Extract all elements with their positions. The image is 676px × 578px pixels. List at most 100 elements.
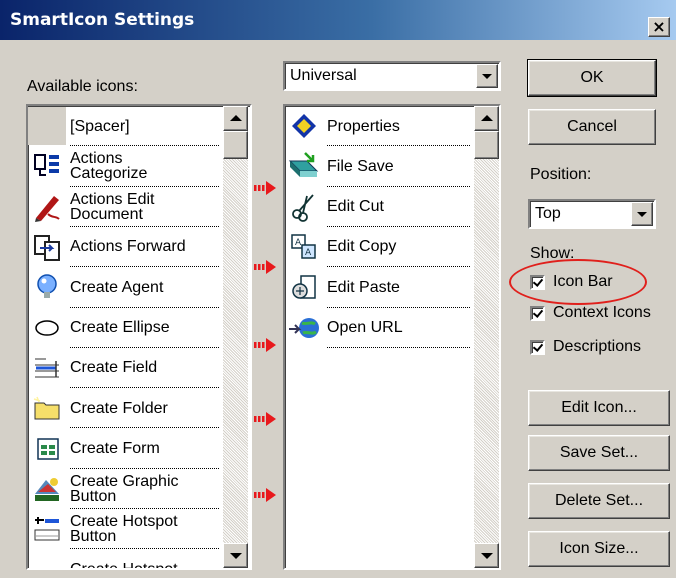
- actions-edit-document-icon: [28, 188, 66, 226]
- actions-forward-icon: [28, 228, 66, 266]
- icon-bar-label: Icon Bar: [553, 273, 613, 290]
- available-icons-list[interactable]: [Spacer] Actions Categorize Actions Edit Doc…: [26, 104, 252, 570]
- list-item[interactable]: Properties: [285, 106, 474, 146]
- list-item-label: Create Ellipse: [70, 319, 170, 336]
- create-agent-icon: [28, 268, 66, 306]
- context-icons-checkbox[interactable]: Context Icons: [530, 302, 651, 324]
- list-item-label: Edit Copy: [327, 238, 397, 256]
- position-value: Top: [535, 205, 561, 222]
- icon-bar-checkbox[interactable]: Icon Bar: [530, 271, 613, 293]
- list-item-label: Create Graphic Button: [70, 472, 179, 505]
- list-item-label: Edit Cut: [327, 198, 384, 216]
- scroll-up-button[interactable]: [474, 106, 499, 131]
- position-label: Position:: [530, 166, 592, 183]
- actions-categorize-icon: [28, 147, 66, 185]
- arrow-indicators: [254, 181, 276, 502]
- open-url-icon: [285, 309, 323, 347]
- create-field-icon: [28, 349, 66, 387]
- list-item[interactable]: Edit Paste: [285, 267, 474, 307]
- item-separator: [327, 346, 470, 348]
- checkbox[interactable]: [530, 305, 545, 321]
- scroll-thumb[interactable]: [223, 131, 248, 159]
- icon-set-select[interactable]: Universal: [283, 61, 501, 91]
- list-item-label: File Save: [327, 157, 394, 175]
- edit-cut-icon: [285, 188, 323, 226]
- file-save-icon: [285, 147, 323, 185]
- edit-copy-icon: AA: [285, 228, 323, 266]
- list-item-label: Create Folder: [70, 399, 168, 417]
- list-item[interactable]: Create Graphic Button: [28, 469, 223, 509]
- red-arrow-icon: [254, 412, 276, 426]
- list-item-label: Properties: [327, 117, 400, 135]
- list-item[interactable]: Open URL: [285, 308, 474, 348]
- list-item[interactable]: Actions Forward: [28, 227, 223, 267]
- available-icons-label: Available icons:: [27, 78, 138, 95]
- list-item[interactable]: Actions Categorize: [28, 146, 223, 186]
- checkbox[interactable]: [530, 274, 545, 290]
- chevron-down-icon[interactable]: [476, 64, 498, 88]
- show-label: Show:: [530, 245, 575, 262]
- create-hotspot-icon: [28, 550, 66, 568]
- create-ellipse-icon: [28, 309, 66, 347]
- list-item[interactable]: A A Edit Copy: [285, 227, 474, 267]
- svg-text:A: A: [295, 238, 302, 248]
- list-item-label: Create Hotspot Button: [70, 513, 178, 545]
- icon-size-button[interactable]: Icon Size...: [528, 531, 670, 567]
- list-item[interactable]: File Save: [285, 146, 474, 186]
- red-arrow-icon: [254, 181, 276, 195]
- red-arrow-icon: [254, 488, 276, 502]
- svg-text:A: A: [305, 248, 312, 258]
- icon-set-value: Universal: [290, 67, 357, 84]
- close-icon: ×: [652, 17, 666, 36]
- list-item-label: Actions Edit Document: [70, 190, 155, 223]
- list-item[interactable]: Edit Cut: [285, 187, 474, 227]
- close-button[interactable]: ×: [648, 17, 670, 37]
- scroll-thumb[interactable]: [474, 131, 499, 159]
- context-icons-label: Context Icons: [553, 304, 651, 321]
- list-item[interactable]: Create Field: [28, 348, 223, 388]
- available-icons-scrollbar[interactable]: [223, 106, 248, 568]
- list-item[interactable]: Create Form: [28, 428, 223, 468]
- list-item[interactable]: Create Hotspot Button: [28, 509, 223, 549]
- delete-set-button[interactable]: Delete Set...: [528, 483, 670, 519]
- create-folder-icon: [28, 389, 66, 427]
- spacer-icon: [28, 107, 66, 145]
- descriptions-label: Descriptions: [553, 338, 642, 355]
- chevron-down-icon[interactable]: [631, 202, 653, 226]
- list-item-label: Create Form: [70, 439, 160, 457]
- create-graphic-button-icon: [28, 470, 66, 508]
- scroll-up-button[interactable]: [223, 106, 248, 131]
- list-item[interactable]: Actions Edit Document: [28, 187, 223, 227]
- position-select[interactable]: Top: [528, 199, 656, 229]
- list-item[interactable]: Create Agent: [28, 267, 223, 307]
- scroll-down-button[interactable]: [474, 543, 499, 568]
- list-item-label: Create Agent: [70, 278, 164, 296]
- red-arrow-icon: [254, 260, 276, 274]
- list-item-label: Actions Categorize: [70, 150, 148, 183]
- list-item[interactable]: [Spacer]: [28, 106, 223, 146]
- properties-icon: [285, 107, 323, 145]
- create-hotspot-button-icon: [28, 510, 66, 548]
- list-item[interactable]: Create Ellipse: [28, 308, 223, 348]
- list-item-label: Create Hotspot: [66, 549, 223, 568]
- scroll-down-button[interactable]: [223, 543, 248, 568]
- list-item-label: Edit Paste: [327, 278, 400, 296]
- edit-paste-icon: [285, 268, 323, 306]
- ok-button[interactable]: OK: [527, 59, 657, 97]
- save-set-button[interactable]: Save Set...: [528, 435, 670, 471]
- descriptions-checkbox[interactable]: Descriptions: [530, 336, 641, 358]
- red-arrow-icon: [254, 338, 276, 352]
- window-title: SmartIcon Settings: [10, 10, 195, 30]
- list-item[interactable]: Create Hotspot: [28, 549, 223, 568]
- current-set-list[interactable]: Properties File Save Edit Cut A A Edit Copy Ed…: [283, 104, 501, 570]
- current-set-scrollbar[interactable]: [474, 106, 499, 568]
- cancel-button[interactable]: Cancel: [528, 109, 656, 145]
- create-form-icon: [28, 429, 66, 467]
- list-item-label: [Spacer]: [70, 117, 130, 135]
- edit-icon-button[interactable]: Edit Icon...: [528, 390, 670, 426]
- list-item-label: Create Field: [70, 359, 158, 377]
- list-item-label: Actions Forward: [70, 238, 186, 256]
- list-item[interactable]: Create Folder: [28, 388, 223, 428]
- list-item-label: Open URL: [327, 319, 403, 336]
- checkbox[interactable]: [530, 339, 545, 355]
